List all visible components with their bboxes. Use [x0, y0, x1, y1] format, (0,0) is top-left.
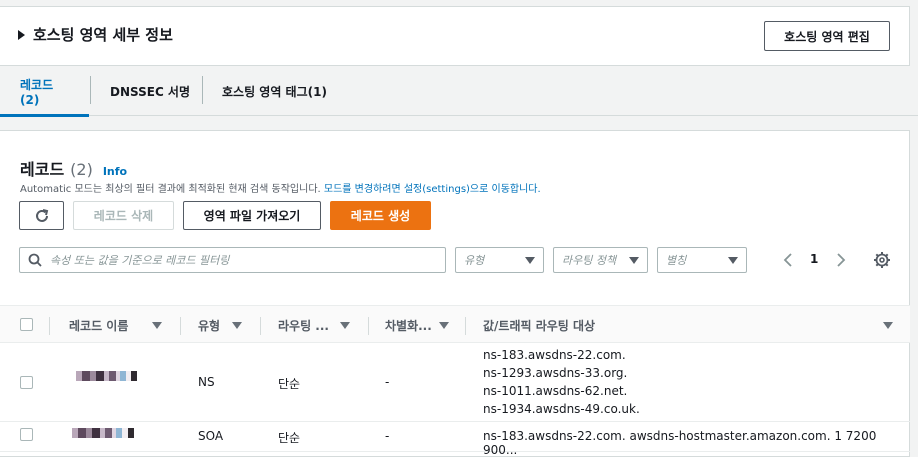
create-record-button[interactable]: 레코드 생성: [330, 201, 431, 230]
column-header-record-name[interactable]: 레코드 이름: [69, 306, 128, 344]
column-header-differentiator[interactable]: 차별화...: [385, 306, 432, 344]
record-type: NS: [198, 375, 215, 389]
record-filter-input[interactable]: 속성 또는 값을 기준으로 레코드 필터링: [19, 247, 446, 273]
tab-hosted-zone-tags[interactable]: 호스팅 영역 태그(1): [202, 66, 347, 116]
tab-records[interactable]: 레코드(2): [0, 66, 89, 117]
record-value: ns-1934.awsdns-49.co.uk.: [483, 402, 640, 416]
column-divider: [180, 317, 181, 335]
chevron-right-icon[interactable]: [833, 247, 849, 273]
records-table-header: 레코드 이름 유형 라우팅 ... 차별화... 값/트래픽 라우팅 대상: [0, 305, 910, 343]
hosted-zone-details-toggle[interactable]: 호스팅 영역 세부 정보: [18, 24, 173, 45]
routing-policy: 단순: [278, 431, 301, 445]
gear-icon[interactable]: [873, 251, 891, 269]
records-description: Automatic 모드는 최상의 필터 결과에 최적화된 현재 검색 동작입니…: [20, 180, 541, 195]
column-divider: [260, 317, 261, 335]
sort-icon[interactable]: [152, 322, 162, 329]
alias-select-label: 별칭: [666, 254, 687, 267]
records-count: (2): [70, 160, 93, 179]
record-value: ns-1011.awsdns-62.net.: [483, 384, 628, 398]
table-row[interactable]: NS 단순 - ns-183.awsdns-22.com. ns-1293.aw…: [0, 343, 910, 422]
column-header-type[interactable]: 유형: [198, 306, 220, 344]
chevron-down-icon: [525, 256, 535, 264]
table-row[interactable]: SOA 단순 - ns-183.awsdns-22.com. awsdns-ho…: [0, 422, 910, 457]
search-icon: [28, 253, 42, 267]
column-divider: [465, 317, 466, 335]
chevron-down-icon: [629, 256, 639, 264]
sort-icon[interactable]: [883, 322, 893, 329]
chevron-down-icon: [728, 256, 738, 264]
record-value: ns-1293.awsdns-33.org.: [483, 366, 628, 380]
column-header-value[interactable]: 값/트래픽 라우팅 대상: [483, 306, 595, 344]
filter-placeholder: 속성 또는 값을 기준으로 레코드 필터링: [50, 254, 230, 267]
description-text: Automatic 모드는 최상의 필터 결과에 최적화된 현재 검색 동작입니…: [20, 184, 321, 195]
routing-policy-select[interactable]: 라우팅 정책: [553, 247, 648, 273]
hosted-zone-details-title: 호스팅 영역 세부 정보: [33, 26, 173, 44]
column-divider: [368, 317, 369, 335]
sort-icon[interactable]: [232, 322, 242, 329]
import-zone-file-button[interactable]: 영역 파일 가져오기: [183, 201, 321, 230]
info-link[interactable]: Info: [103, 165, 127, 178]
type-select[interactable]: 유형: [455, 247, 544, 273]
record-type: SOA: [198, 429, 224, 443]
redacted-record-name: [72, 428, 134, 438]
caret-right-icon: [18, 29, 25, 40]
row-checkbox[interactable]: [20, 428, 33, 441]
records-panel: 레코드 (2) Info Automatic 모드는 최상의 필터 결과에 최적…: [0, 130, 910, 457]
chevron-left-icon[interactable]: [780, 247, 796, 273]
column-header-routing[interactable]: 라우팅 ...: [278, 306, 329, 344]
routing-policy: 단순: [278, 377, 301, 391]
differentiator: -: [385, 429, 390, 443]
sort-icon[interactable]: [340, 322, 350, 329]
refresh-button[interactable]: [19, 201, 64, 230]
current-page[interactable]: 1: [810, 252, 818, 266]
records-title: 레코드: [20, 160, 65, 179]
type-select-label: 유형: [464, 254, 485, 267]
record-values: ns-183.awsdns-22.com. ns-1293.awsdns-33.…: [483, 346, 640, 418]
settings-link[interactable]: 모드를 변경하려면 설정(settings)으로 이동합니다.: [324, 184, 541, 195]
tab-dnssec[interactable]: DNSSEC 서명: [90, 66, 210, 116]
sort-icon[interactable]: [439, 322, 449, 329]
redacted-record-name: [76, 371, 137, 381]
hosted-zone-details-panel: 호스팅 영역 세부 정보 호스팅 영역 편집: [0, 6, 910, 66]
alias-select[interactable]: 별칭: [657, 247, 747, 273]
tab-bar: 레코드(2) DNSSEC 서명 호스팅 영역 태그(1): [0, 66, 918, 117]
record-value: ns-183.awsdns-22.com.: [483, 348, 626, 362]
delete-record-button[interactable]: 레코드 삭제: [73, 201, 174, 230]
routing-select-label: 라우팅 정책: [562, 254, 617, 267]
differentiator: -: [385, 375, 390, 389]
select-all-checkbox[interactable]: [20, 318, 33, 331]
refresh-icon: [35, 208, 48, 222]
edit-hosted-zone-button[interactable]: 호스팅 영역 편집: [764, 21, 890, 51]
row-checkbox[interactable]: [20, 376, 33, 389]
records-heading: 레코드 (2) Info: [20, 156, 127, 180]
column-divider: [49, 317, 50, 335]
record-value: ns-183.awsdns-22.com. awsdns-hostmaster.…: [483, 429, 877, 457]
